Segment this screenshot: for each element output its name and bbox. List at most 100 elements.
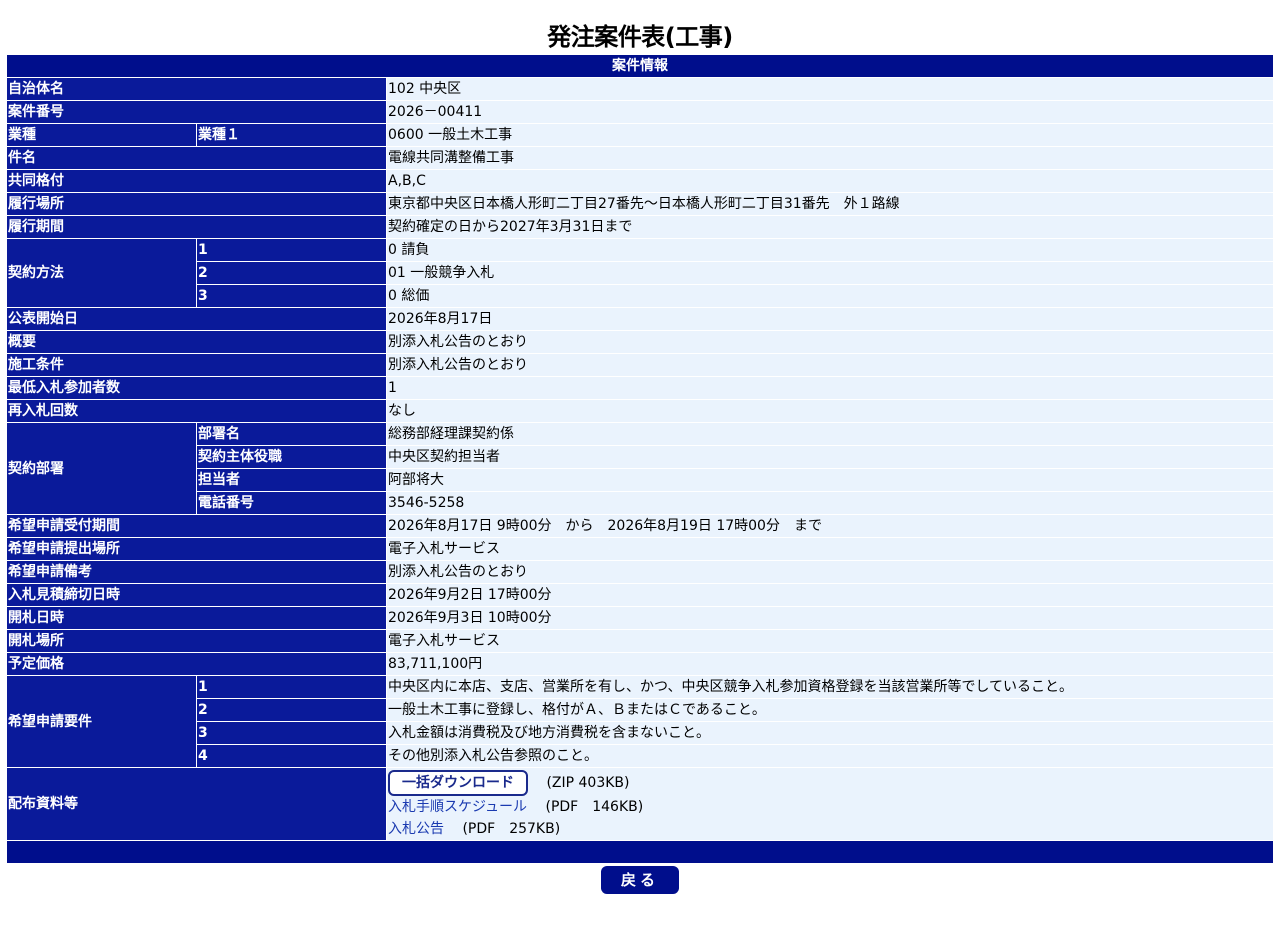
row-application-period: 希望申請受付期間 2026年8月17日 9時00分 から 2026年8月19日 … <box>7 515 1273 537</box>
row-requirements-1: 希望申請要件 1 中央区内に本店、支店、営業所を有し、かつ、中央区競争入札参加資… <box>7 676 1273 767</box>
opening-datetime-value: 2026年9月3日 10時00分 <box>387 607 1273 629</box>
schedule-doc-link[interactable]: 入札手順スケジュール <box>388 799 527 815</box>
row-summary: 概要 別添入札公告のとおり <box>7 331 1273 353</box>
department-value: 中央区契約担当者 <box>387 446 1273 468</box>
row-application-place: 希望申請提出場所 電子入札サービス <box>7 538 1273 560</box>
requirement-value: その他別添入札公告参照のこと。 <box>387 745 1273 767</box>
opening-place-label: 開札場所 <box>7 630 386 652</box>
rebid-count-value: なし <box>387 400 1273 422</box>
download-size-note: (ZIP 403KB) <box>546 775 630 791</box>
bid-deadline-label: 入札見積締切日時 <box>7 584 386 606</box>
contract-method-num: 1 <box>197 239 386 261</box>
row-contract-method-2: 2 01 一般競争入札 <box>7 262 1273 284</box>
contract-method-num: 3 <box>197 285 386 307</box>
row-planned-price: 予定価格 83,711,100円 <box>7 653 1273 675</box>
opening-datetime-label: 開札日時 <box>7 607 386 629</box>
department-sub-label: 担当者 <box>197 469 386 491</box>
row-department-2: 契約主体役職 中央区契約担当者 <box>7 446 1273 468</box>
contract-method-value: 0 総価 <box>387 285 1273 307</box>
row-location: 履行場所 東京都中央区日本橋人形町二丁目27番先～日本橋人形町二丁目31番先 外… <box>7 193 1273 215</box>
min-bidders-label: 最低入札参加者数 <box>7 377 386 399</box>
department-label: 契約部署 <box>7 423 196 514</box>
requirement-value: 入札金額は消費税及び地方消費税を含まないこと。 <box>387 722 1273 744</box>
department-sub-label: 電話番号 <box>197 492 386 514</box>
row-min-bidders: 最低入札参加者数 1 <box>7 377 1273 399</box>
summary-label: 概要 <box>7 331 386 353</box>
opening-place-value: 電子入札サービス <box>387 630 1273 652</box>
application-period-label: 希望申請受付期間 <box>7 515 386 537</box>
publish-date-label: 公表開始日 <box>7 308 386 330</box>
row-opening-datetime: 開札日時 2026年9月3日 10時00分 <box>7 607 1273 629</box>
notice-doc-note: (PDF 257KB) <box>462 821 561 837</box>
documents-label: 配布資料等 <box>7 768 386 840</box>
requirement-num: 1 <box>197 676 386 698</box>
row-requirements-2: 2 一般土木工事に登録し、格付がＡ、ＢまたはＣであること。 <box>7 699 1273 721</box>
subject-value: 電線共同溝整備工事 <box>387 147 1273 169</box>
requirement-value: 中央区内に本店、支店、営業所を有し、かつ、中央区競争入札参加資格登録を当該営業所… <box>387 676 1273 698</box>
row-department-1: 契約部署 部署名 総務部経理課契約係 <box>7 423 1273 514</box>
department-value: 総務部経理課契約係 <box>387 423 1273 445</box>
row-publish-date: 公表開始日 2026年8月17日 <box>7 308 1273 330</box>
row-joint-rank: 共同格付 A,B,C <box>7 170 1273 192</box>
industry-value: 0600 一般土木工事 <box>387 124 1273 146</box>
department-value: 3546-5258 <box>387 492 1273 514</box>
row-rebid-count: 再入札回数 なし <box>7 400 1273 422</box>
contract-method-value: 01 一般競争入札 <box>387 262 1273 284</box>
requirement-value: 一般土木工事に登録し、格付がＡ、ＢまたはＣであること。 <box>387 699 1273 721</box>
download-row: 一括ダウンロード (ZIP 403KB) <box>388 768 1272 796</box>
row-bid-deadline: 入札見積締切日時 2026年9月2日 17時00分 <box>7 584 1273 606</box>
page-title: 発注案件表(工事) <box>547 23 733 51</box>
row-period: 履行期間 契約確定の日から2027年3月31日まで <box>7 216 1273 238</box>
planned-price-label: 予定価格 <box>7 653 386 675</box>
requirement-num: 3 <box>197 722 386 744</box>
period-label: 履行期間 <box>7 216 386 238</box>
publish-date-value: 2026年8月17日 <box>387 308 1273 330</box>
bid-deadline-value: 2026年9月2日 17時00分 <box>387 584 1273 606</box>
location-label: 履行場所 <box>7 193 386 215</box>
case-info-table: 案件情報 自治体名 102 中央区 案件番号 2026－00411 業種 業種１… <box>6 54 1274 864</box>
contract-method-label: 契約方法 <box>7 239 196 307</box>
requirements-label: 希望申請要件 <box>7 676 196 767</box>
case-number-label: 案件番号 <box>7 101 386 123</box>
application-note-label: 希望申請備考 <box>7 561 386 583</box>
notice-doc-link[interactable]: 入札公告 <box>388 821 444 837</box>
back-button[interactable]: 戻る <box>601 866 679 894</box>
conditions-value: 別添入札公告のとおり <box>387 354 1273 376</box>
schedule-doc-note: (PDF 146KB) <box>545 799 644 815</box>
requirement-num: 4 <box>197 745 386 767</box>
case-number-value: 2026－00411 <box>387 101 1273 123</box>
rebid-count-label: 再入札回数 <box>7 400 386 422</box>
min-bidders-value: 1 <box>387 377 1273 399</box>
department-value: 阿部将大 <box>387 469 1273 491</box>
application-period-value: 2026年8月17日 9時00分 から 2026年8月19日 17時00分 まで <box>387 515 1273 537</box>
section-header: 案件情報 <box>7 55 1273 77</box>
municipality-label: 自治体名 <box>7 78 386 100</box>
municipality-value: 102 中央区 <box>387 78 1273 100</box>
doc-link-row: 入札公告 (PDF 257KB) <box>388 818 1272 840</box>
conditions-label: 施工条件 <box>7 354 386 376</box>
row-contract-method-3: 3 0 総価 <box>7 285 1273 307</box>
row-case-number: 案件番号 2026－00411 <box>7 101 1273 123</box>
joint-rank-value: A,B,C <box>387 170 1273 192</box>
row-requirements-4: 4 その他別添入札公告参照のこと。 <box>7 745 1273 767</box>
contract-method-num: 2 <box>197 262 386 284</box>
row-requirements-3: 3 入札金額は消費税及び地方消費税を含まないこと。 <box>7 722 1273 744</box>
department-sub-label: 部署名 <box>197 423 386 445</box>
row-municipality: 自治体名 102 中央区 <box>7 78 1273 100</box>
location-value: 東京都中央区日本橋人形町二丁目27番先～日本橋人形町二丁目31番先 外１路線 <box>387 193 1273 215</box>
row-application-note: 希望申請備考 別添入札公告のとおり <box>7 561 1273 583</box>
bulk-download-button[interactable]: 一括ダウンロード <box>388 770 528 796</box>
planned-price-value: 83,711,100円 <box>387 653 1273 675</box>
period-value: 契約確定の日から2027年3月31日まで <box>387 216 1273 238</box>
row-department-4: 電話番号 3546-5258 <box>7 492 1273 514</box>
summary-value: 別添入札公告のとおり <box>387 331 1273 353</box>
documents-cell: 一括ダウンロード (ZIP 403KB) 入札手順スケジュール (PDF 146… <box>387 768 1273 840</box>
industry-label: 業種 <box>7 124 196 146</box>
row-industry: 業種 業種１ 0600 一般土木工事 <box>7 124 1273 146</box>
requirement-num: 2 <box>197 699 386 721</box>
department-sub-label: 契約主体役職 <box>197 446 386 468</box>
joint-rank-label: 共同格付 <box>7 170 386 192</box>
table-footer-bar <box>7 841 1273 863</box>
application-place-value: 電子入札サービス <box>387 538 1273 560</box>
industry-sub-label: 業種１ <box>197 124 386 146</box>
